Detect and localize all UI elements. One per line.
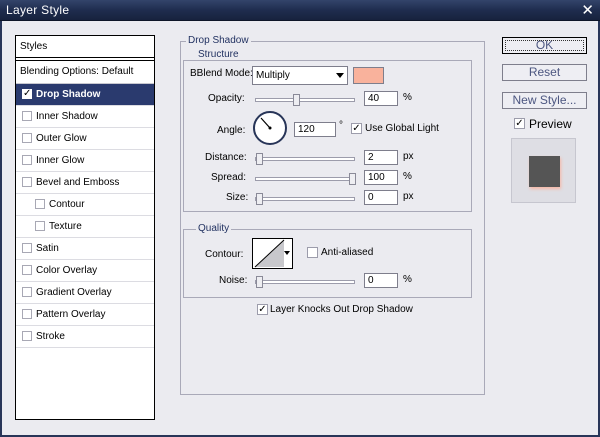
- angle-unit: °: [339, 120, 343, 131]
- blend-mode-select[interactable]: Multiply: [252, 66, 348, 85]
- style-item-drop-shadow[interactable]: ✓ Drop Shadow: [16, 84, 154, 106]
- style-checkbox[interactable]: [22, 111, 32, 121]
- noise-label: Noise:: [219, 275, 248, 286]
- close-icon[interactable]: ✕: [581, 1, 594, 19]
- style-checkbox[interactable]: [35, 199, 45, 209]
- style-item-label: Inner Glow: [36, 155, 85, 166]
- style-item-label: Pattern Overlay: [36, 309, 106, 320]
- spread-label: Spread:: [211, 172, 247, 183]
- style-item-stroke[interactable]: Stroke: [16, 326, 154, 348]
- style-item-gradient-overlay[interactable]: Gradient Overlay: [16, 282, 154, 304]
- window-title: Layer Style: [6, 3, 70, 17]
- noise-input[interactable]: 0: [364, 273, 398, 288]
- blend-mode-label: BBlend Mode:: [190, 68, 253, 79]
- style-checkbox[interactable]: [22, 287, 32, 297]
- reset-button[interactable]: Reset: [502, 64, 587, 81]
- style-item-label: Texture: [49, 221, 82, 232]
- distance-slider-thumb[interactable]: [256, 153, 263, 165]
- noise-slider-thumb[interactable]: [256, 276, 263, 288]
- anti-aliased-label: Anti-aliased: [321, 247, 374, 258]
- noise-unit: %: [403, 274, 412, 285]
- style-item-contour[interactable]: Contour: [16, 194, 154, 216]
- use-global-light-label: Use Global Light: [365, 123, 439, 134]
- size-slider-thumb[interactable]: [256, 193, 263, 205]
- angle-dial[interactable]: [252, 110, 288, 146]
- style-checkbox[interactable]: [22, 331, 32, 341]
- ok-button[interactable]: OK: [502, 37, 587, 54]
- anti-aliased-checkbox[interactable]: [307, 247, 318, 258]
- use-global-light-checkbox[interactable]: ✓: [351, 123, 362, 134]
- style-item-label: Inner Shadow: [36, 111, 98, 122]
- contour-label: Contour:: [205, 249, 244, 260]
- layer-knocks-out-checkbox[interactable]: ✓: [257, 304, 268, 315]
- style-checkbox[interactable]: [22, 243, 32, 253]
- size-input[interactable]: 0: [364, 190, 398, 205]
- structure-title: Structure: [196, 49, 241, 60]
- style-item-label: Color Overlay: [36, 265, 98, 276]
- chevron-down-icon: [336, 73, 344, 78]
- style-item-inner-glow[interactable]: Inner Glow: [16, 150, 154, 172]
- new-style-button[interactable]: New Style...: [502, 92, 587, 109]
- style-item-satin[interactable]: Satin: [16, 238, 154, 260]
- opacity-unit: %: [403, 92, 412, 103]
- style-item-outer-glow[interactable]: Outer Glow: [16, 128, 154, 150]
- style-checkbox[interactable]: [22, 309, 32, 319]
- size-slider[interactable]: [255, 193, 355, 205]
- spread-input[interactable]: 100: [364, 170, 398, 185]
- distance-label: Distance:: [205, 152, 247, 163]
- style-checkbox[interactable]: [22, 265, 32, 275]
- style-item-label: Outer Glow: [36, 133, 87, 144]
- style-checkbox[interactable]: [22, 133, 32, 143]
- spread-unit: %: [403, 171, 412, 182]
- angle-label: Angle:: [217, 125, 246, 136]
- styles-header[interactable]: Styles: [16, 36, 154, 58]
- size-label: Size:: [226, 192, 249, 203]
- preview-thumbnail: [511, 138, 576, 203]
- layer-style-dialog: Styles Blending Options: Default ✓ Drop S…: [0, 21, 600, 437]
- opacity-slider-thumb[interactable]: [293, 94, 300, 106]
- style-checkbox[interactable]: [35, 221, 45, 231]
- drop-shadow-title: Drop Shadow: [186, 35, 251, 46]
- distance-input[interactable]: 2: [364, 150, 398, 165]
- spread-slider[interactable]: [255, 173, 356, 185]
- opacity-label: Opacity:: [208, 93, 245, 104]
- distance-slider[interactable]: [255, 153, 355, 165]
- style-item-label: Satin: [36, 243, 59, 254]
- shadow-color-swatch[interactable]: [353, 67, 384, 84]
- layer-knocks-out-label: Layer Knocks Out Drop Shadow: [270, 304, 413, 315]
- style-checkbox[interactable]: [22, 155, 32, 165]
- style-item-label: Gradient Overlay: [36, 287, 112, 298]
- quality-group: [183, 229, 472, 298]
- style-item-color-overlay[interactable]: Color Overlay: [16, 260, 154, 282]
- opacity-input[interactable]: 40: [364, 91, 398, 106]
- size-unit: px: [403, 191, 414, 202]
- blending-options-item[interactable]: Blending Options: Default: [16, 60, 154, 84]
- preview-checkbox[interactable]: ✓: [514, 118, 525, 129]
- style-item-label: Bevel and Emboss: [36, 177, 120, 188]
- style-item-texture[interactable]: Texture: [16, 216, 154, 238]
- title-bar: Layer Style ✕: [0, 0, 600, 21]
- preview-label: Preview: [529, 117, 572, 131]
- style-item-label: Contour: [49, 199, 85, 210]
- styles-list: Styles Blending Options: Default ✓ Drop S…: [15, 35, 155, 420]
- style-item-inner-shadow[interactable]: Inner Shadow: [16, 106, 154, 128]
- opacity-slider[interactable]: [255, 94, 355, 106]
- contour-dropdown-icon[interactable]: [284, 251, 290, 255]
- preview-swatch: [529, 156, 560, 187]
- blend-mode-value: Multiply: [256, 70, 290, 81]
- angle-input[interactable]: 120: [294, 122, 336, 137]
- contour-picker[interactable]: [252, 238, 293, 269]
- style-item-bevel-and-emboss[interactable]: Bevel and Emboss: [16, 172, 154, 194]
- style-item-label: Stroke: [36, 331, 65, 342]
- style-item-label: Drop Shadow: [36, 89, 101, 100]
- spread-slider-thumb[interactable]: [349, 173, 356, 185]
- quality-title: Quality: [196, 223, 232, 234]
- contour-curve-icon: [254, 239, 285, 268]
- style-checkbox[interactable]: ✓: [22, 89, 32, 99]
- distance-unit: px: [403, 151, 414, 162]
- noise-slider[interactable]: [255, 276, 355, 288]
- style-item-pattern-overlay[interactable]: Pattern Overlay: [16, 304, 154, 326]
- style-checkbox[interactable]: [22, 177, 32, 187]
